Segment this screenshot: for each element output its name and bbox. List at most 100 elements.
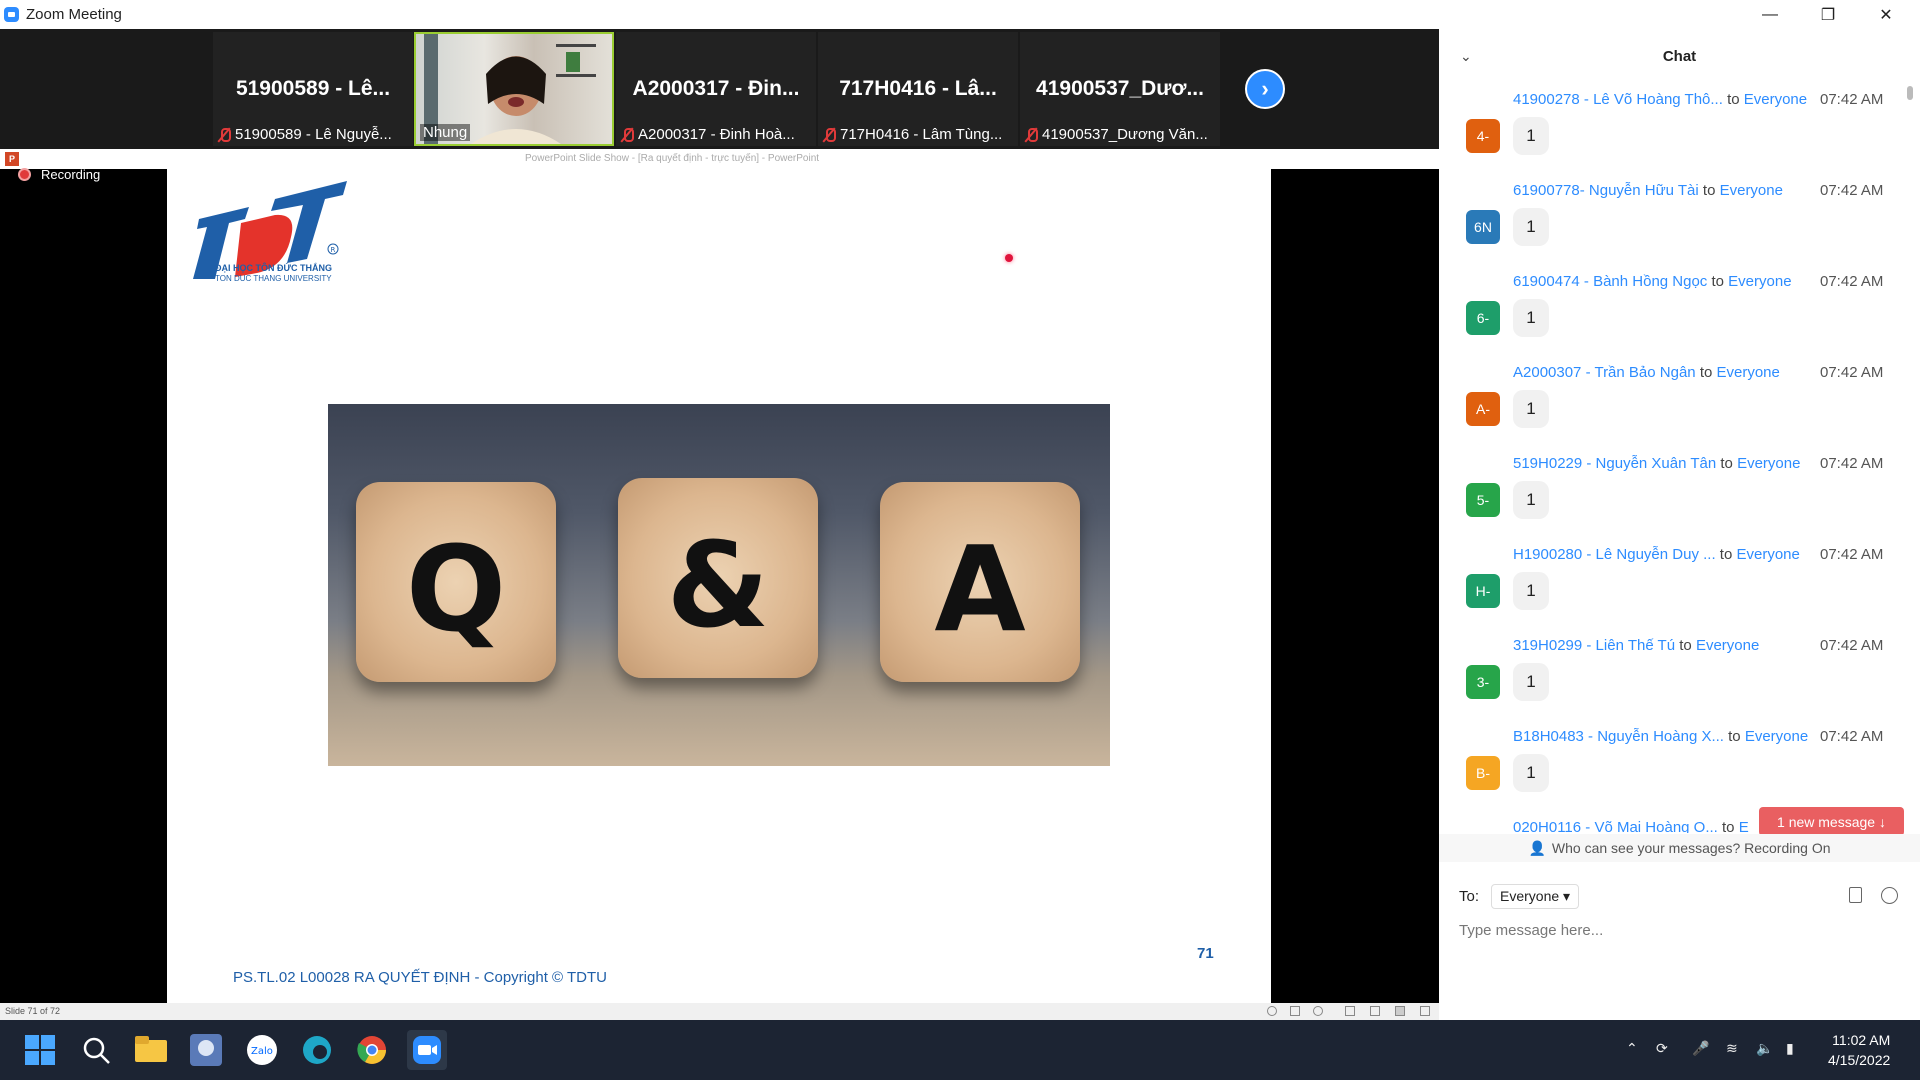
message-time: 07:42 AM <box>1820 546 1884 563</box>
message-time: 07:42 AM <box>1820 364 1884 381</box>
participant-name-large: 41900537_Dươ... <box>1036 77 1204 100</box>
slide-sorter-icon[interactable] <box>1370 1006 1380 1016</box>
notes-icon[interactable] <box>1267 1006 1277 1016</box>
show-hidden-icons-icon[interactable]: ⌃ <box>1626 1040 1638 1057</box>
message-time: 07:42 AM <box>1820 455 1884 472</box>
chevron-right-icon: › <box>1261 76 1269 101</box>
participant-label: Nhung <box>420 124 471 141</box>
chat-message: 6- 61900474 - Bành Hồng Ngọc to Everyone… <box>1439 273 1909 364</box>
chat-message: 3- 319H0299 - Liên Thế Tú to Everyone 07… <box>1439 637 1909 728</box>
participant-tile[interactable]: A2000317 - Đin... A2000317 - Đinh Hoà... <box>616 32 816 146</box>
participant-name-large: 51900589 - Lê... <box>235 77 391 100</box>
participant-strip: 51900589 - Lê... 51900589 - Lê Nguyễ... … <box>0 29 1439 149</box>
message-time: 07:42 AM <box>1820 91 1884 108</box>
close-button[interactable]: ✕ <box>1857 0 1915 29</box>
file-explorer-icon[interactable] <box>131 1030 171 1070</box>
recording-indicator[interactable]: Recording <box>18 167 100 182</box>
message-sender[interactable]: 519H0229 - Nguyễn Xuân Tân to Everyone <box>1513 455 1800 472</box>
mic-muted-icon <box>822 127 836 143</box>
system-clock[interactable]: 11:02 AM 4/15/2022 <box>1828 1030 1890 1070</box>
message-text: 1 <box>1513 481 1549 519</box>
message-sender[interactable]: 61900778- Nguyễn Hữu Tài to Everyone <box>1513 182 1783 199</box>
zoom-app-icon <box>4 7 19 22</box>
window-title: Zoom Meeting <box>26 6 122 23</box>
message-text: 1 <box>1513 754 1549 792</box>
restore-button[interactable]: ❐ <box>1799 0 1857 29</box>
chat-message: 5- 519H0229 - Nguyễn Xuân Tân to Everyon… <box>1439 455 1909 546</box>
message-text: 1 <box>1513 663 1549 701</box>
zalo-icon[interactable]: Zalo <box>242 1030 282 1070</box>
participant-label: A2000317 - Đinh Hoà... <box>620 126 812 143</box>
new-message-button[interactable]: 1 new message ↓ <box>1759 807 1904 836</box>
chat-message: 6N 61900778- Nguyễn Hữu Tài to Everyone … <box>1439 182 1909 273</box>
cube-q: Q <box>356 482 556 682</box>
play-icon[interactable] <box>1313 1006 1323 1016</box>
message-text: 1 <box>1513 390 1549 428</box>
wifi-icon[interactable]: ≋ <box>1726 1040 1738 1057</box>
avatar: B- <box>1466 756 1500 790</box>
person-lock-icon: 👤 <box>1528 839 1546 856</box>
photo-app-icon[interactable] <box>186 1030 226 1070</box>
volume-icon[interactable]: 🔈 <box>1756 1040 1773 1057</box>
privacy-notice[interactable]: 👤 Who can see your messages? Recording On <box>1439 834 1920 862</box>
svg-text:R: R <box>331 246 336 254</box>
message-text: 1 <box>1513 572 1549 610</box>
emoji-icon[interactable] <box>1881 887 1898 904</box>
chat-panel: ⌄ Chat 4- 41900278 - Lê Võ Hoàng Thô... … <box>1439 29 1920 1020</box>
message-time: 07:42 AM <box>1820 273 1884 290</box>
windows-taskbar: Zalo ⌃ ⟳ 🎤 ≋ 🔈 ▮ 11:02 AM 4/15/2022 <box>0 1020 1920 1080</box>
message-sender[interactable]: 61900474 - Bành Hồng Ngọc to Everyone <box>1513 273 1792 290</box>
avatar: 3- <box>1466 665 1500 699</box>
edge-icon[interactable] <box>297 1030 337 1070</box>
message-sender[interactable]: 41900278 - Lê Võ Hoàng Thô... to Everyon… <box>1513 91 1807 108</box>
powerpoint-icon: P <box>5 152 19 166</box>
participant-label: 717H0416 - Lâm Tùng... <box>822 126 1014 143</box>
battery-icon[interactable]: ▮ <box>1786 1040 1794 1057</box>
message-text: 1 <box>1513 208 1549 246</box>
message-sender[interactable]: H1900280 - Lê Nguyễn Duy ... to Everyone <box>1513 546 1800 563</box>
reading-view-icon[interactable] <box>1395 1006 1405 1016</box>
avatar: 6- <box>1466 301 1500 335</box>
search-icon[interactable] <box>76 1030 116 1070</box>
message-sender[interactable]: A2000307 - Trần Bảo Ngân to Everyone <box>1513 364 1780 381</box>
message-time: 07:42 AM <box>1820 182 1884 199</box>
participant-tile[interactable]: 51900589 - Lê... 51900589 - Lê Nguyễ... <box>213 32 413 146</box>
message-sender[interactable]: B18H0483 - Nguyễn Hoàng X... to Everyone <box>1513 728 1808 745</box>
message-text: 1 <box>1513 299 1549 337</box>
mic-muted-icon <box>217 127 231 143</box>
microphone-icon[interactable]: 🎤 <box>1692 1040 1709 1057</box>
windows-start-icon[interactable] <box>20 1030 60 1070</box>
message-sender[interactable]: 020H0116 - Võ Mai Hoàng O... to E <box>1513 819 1749 833</box>
chat-message: B- B18H0483 - Nguyễn Hoàng X... to Every… <box>1439 728 1909 819</box>
message-time: 07:42 AM <box>1820 637 1884 654</box>
file-icon[interactable] <box>1849 887 1862 903</box>
comments-icon[interactable] <box>1290 1006 1300 1016</box>
sync-icon[interactable]: ⟳ <box>1656 1040 1668 1057</box>
recipient-dropdown[interactable]: Everyone ▾ <box>1491 884 1580 909</box>
svg-text:Zalo: Zalo <box>251 1046 273 1057</box>
message-text: 1 <box>1513 117 1549 155</box>
minimize-button[interactable]: — <box>1741 0 1799 29</box>
message-input[interactable]: Type message here... <box>1459 922 1603 939</box>
mic-muted-icon <box>1024 127 1038 143</box>
participant-tile[interactable]: 41900537_Dươ... 41900537_Dương Văn... <box>1020 32 1220 146</box>
chrome-icon[interactable] <box>352 1030 392 1070</box>
avatar: 6N <box>1466 210 1500 244</box>
mic-muted-icon <box>620 127 634 143</box>
chat-message: A- A2000307 - Trần Bảo Ngân to Everyone … <box>1439 364 1909 455</box>
chat-message: 4- 41900278 - Lê Võ Hoàng Thô... to Ever… <box>1439 91 1909 182</box>
recipient-row: To: Everyone ▾ <box>1459 884 1580 909</box>
avatar: 5- <box>1466 483 1500 517</box>
recording-label: Recording <box>41 167 101 182</box>
clock-date: 4/15/2022 <box>1828 1052 1891 1068</box>
zoom-taskbar-icon[interactable] <box>407 1030 447 1070</box>
slideshow-view-icon[interactable] <box>1420 1006 1430 1016</box>
participant-tile[interactable]: 717H0416 - Lâ... 717H0416 - Lâm Tùng... <box>818 32 1018 146</box>
message-sender[interactable]: 319H0299 - Liên Thế Tú to Everyone <box>1513 637 1759 654</box>
to-label: To: <box>1459 888 1480 905</box>
normal-view-icon[interactable] <box>1345 1006 1355 1016</box>
shared-slide: R ĐẠI HỌC TÔN ĐỨC THẮNG TON DUC THANG UN… <box>167 169 1271 1003</box>
next-page-button[interactable]: › <box>1245 69 1285 109</box>
cube-a: A <box>880 482 1080 682</box>
participant-tile-active-speaker[interactable]: Nhung <box>414 32 614 146</box>
